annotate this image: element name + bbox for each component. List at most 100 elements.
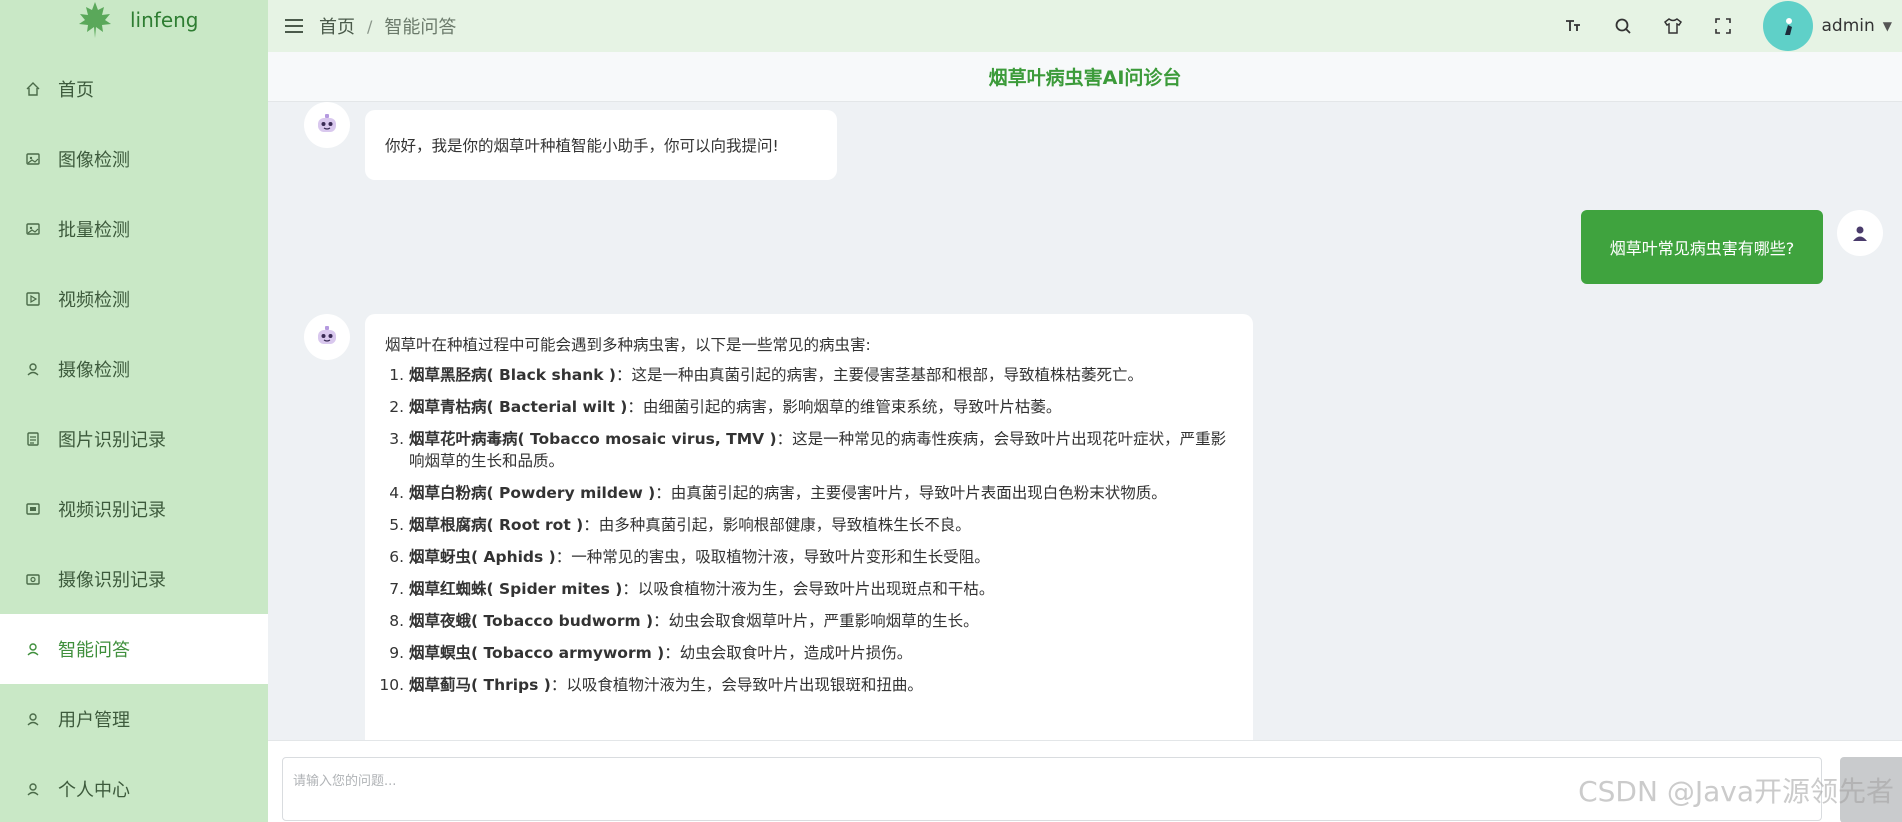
pest-name: 烟草根腐病 (409, 516, 487, 534)
user-avatar[interactable] (1763, 1, 1814, 51)
sidebar-item-label: 首页 (58, 80, 94, 101)
list-item: 烟草红蜘蛛( Spider mites )：以吸食植物汁液为生，会导致叶片出现斑… (409, 578, 1233, 600)
pest-description: ：幼虫会取食叶片，造成叶片损伤。 (664, 644, 913, 662)
bot-avatar (304, 314, 350, 360)
list-item: 烟草根腐病( Root rot )：由多种真菌引起，影响根部健康，导致植株生长不… (409, 514, 1233, 536)
pest-name: 烟草螟虫 (409, 644, 472, 662)
robot-icon (318, 326, 336, 344)
list-item: 烟草花叶病毒病( Tobacco mosaic virus, TMV )：这是一… (409, 428, 1233, 472)
sidebar-item-label: 摄像检测 (58, 360, 130, 381)
video-icon (24, 290, 42, 308)
pest-name: 烟草白粉病 (409, 484, 487, 502)
person-icon (1853, 226, 1867, 241)
sidebar-item-image-records[interactable]: 图片识别记录 (0, 404, 268, 474)
topbar: 首页 / 智能问答 admin ▼ (268, 0, 1902, 52)
menu-toggle-icon[interactable] (285, 19, 303, 33)
pest-english-name: ( Powdery mildew ) (486, 484, 656, 502)
sidebar-item-label: 个人中心 (58, 780, 130, 801)
answer-intro: 烟草叶在种植过程中可能会遇到多种病虫害，以下是一些常见的病虫害: (385, 336, 871, 354)
pest-name: 烟草花叶病毒病 (409, 430, 518, 448)
pest-name: 烟草黑胫病 (409, 366, 487, 384)
chat-messages: 你好，我是你的烟草叶种植智能小助手，你可以向我提问! 烟草叶常见病虫害有哪些? … (268, 102, 1902, 740)
sidebar-item-label: 用户管理 (58, 710, 130, 731)
avatar-figure-icon (1785, 18, 1793, 35)
breadcrumb-home[interactable]: 首页 (319, 13, 355, 39)
bot-answer-message: 烟草叶在种植过程中可能会遇到多种病虫害，以下是一些常见的病虫害: 烟草黑胫病( … (365, 314, 1253, 740)
user-message-avatar (1837, 210, 1883, 256)
sidebar-item-label: 图像检测 (58, 150, 130, 171)
pest-name: 烟草青枯病 (409, 398, 487, 416)
list-item: 烟草夜蛾( Tobacco budworm )：幼虫会取食烟草叶片，严重影响烟草… (409, 610, 1233, 632)
pest-description: ：这是一种由真菌引起的病害，主要侵害茎基部和根部，导致植株枯萎死亡。 (616, 366, 1144, 384)
pest-english-name: ( Tobacco mosaic virus, TMV ) (517, 430, 777, 448)
pest-name: 烟草蓟马 (409, 676, 472, 694)
watermark: CSDN @Java开源领先者 (1578, 775, 1894, 808)
pest-description: ：以吸食植物汁液为生，会导致叶片出现银斑和扭曲。 (550, 676, 923, 694)
video-record-icon (24, 500, 42, 518)
pest-name: 烟草夜蛾 (409, 612, 472, 630)
sidebar-item-video-records[interactable]: 视频识别记录 (0, 474, 268, 544)
sidebar-item-home[interactable]: 首页 (0, 54, 268, 124)
sidebar-item-camera-detect[interactable]: 摄像检测 (0, 334, 268, 404)
sidebar-item-image-detect[interactable]: 图像检测 (0, 124, 268, 194)
sidebar-item-video-detect[interactable]: 视频检测 (0, 264, 268, 334)
user-name[interactable]: admin (1821, 16, 1874, 36)
pest-description: ：由细菌引起的病害，影响烟草的维管束系统，导致叶片枯萎。 (627, 398, 1062, 416)
sidebar-item-label: 摄像识别记录 (58, 570, 166, 591)
pest-description: ：由多种真菌引起，影响根部健康，导致植株生长不良。 (583, 516, 971, 534)
user-icon (24, 710, 42, 728)
sidebar-item-batch-detect[interactable]: 批量检测 (0, 194, 268, 264)
breadcrumb-separator: / (367, 16, 373, 36)
sidebar: linfeng 首页 图像检测 批量检测 视频检测 摄像检测 图片识别记录 视频… (0, 0, 268, 822)
pest-english-name: ( Tobacco budworm ) (471, 612, 654, 630)
pest-english-name: ( Thrips ) (471, 676, 551, 694)
sidebar-item-label: 图片识别记录 (58, 430, 166, 451)
chevron-down-icon[interactable]: ▼ (1883, 19, 1892, 33)
robot-icon (318, 114, 336, 132)
sidebar-menu: 首页 图像检测 批量检测 视频检测 摄像检测 图片识别记录 视频识别记录 摄像识… (0, 54, 268, 822)
sidebar-item-smart-qa[interactable]: 智能问答 (0, 614, 268, 684)
maple-leaf-icon (79, 2, 111, 38)
answer-list: 烟草黑胫病( Black shank )：这是一种由真菌引起的病害，主要侵害茎基… (385, 364, 1233, 696)
pest-name: 烟草红蜘蛛 (409, 580, 487, 598)
user-icon (24, 640, 42, 658)
topbar-actions: admin ▼ (1561, 0, 1902, 52)
image-icon (24, 150, 42, 168)
image-icon (24, 220, 42, 238)
sidebar-item-camera-records[interactable]: 摄像识别记录 (0, 544, 268, 614)
pest-english-name: ( Root rot ) (486, 516, 584, 534)
theme-shirt-icon[interactable] (1661, 14, 1685, 38)
sidebar-item-label: 智能问答 (58, 640, 130, 661)
font-size-icon[interactable] (1561, 14, 1585, 38)
fullscreen-icon[interactable] (1711, 14, 1735, 38)
pest-english-name: ( Tobacco armyworm ) (471, 644, 665, 662)
list-item: 烟草青枯病( Bacterial wilt )：由细菌引起的病害，影响烟草的维管… (409, 396, 1233, 418)
sidebar-item-label: 视频检测 (58, 290, 130, 311)
sidebar-item-user-management[interactable]: 用户管理 (0, 684, 268, 754)
document-icon (24, 430, 42, 448)
pest-english-name: ( Aphids ) (471, 548, 556, 566)
breadcrumb-current: 智能问答 (384, 17, 457, 38)
user-icon (24, 360, 42, 378)
app-logo[interactable]: linfeng (0, 0, 268, 40)
sidebar-item-personal-center[interactable]: 个人中心 (0, 754, 268, 822)
pest-english-name: ( Bacterial wilt ) (486, 398, 628, 416)
bot-greeting-message: 你好，我是你的烟草叶种植智能小助手，你可以向我提问! (365, 110, 837, 180)
pest-english-name: ( Spider mites ) (486, 580, 623, 598)
app-name: linfeng (130, 8, 199, 32)
list-item: 烟草螟虫( Tobacco armyworm )：幼虫会取食叶片，造成叶片损伤。 (409, 642, 1233, 664)
user-icon (24, 780, 42, 798)
list-item: 烟草白粉病( Powdery mildew )：由真菌引起的病害，主要侵害叶片，… (409, 482, 1233, 504)
list-item: 烟草黑胫病( Black shank )：这是一种由真菌引起的病害，主要侵害茎基… (409, 364, 1233, 386)
chat-title: 烟草叶病虫害AI问诊台 (268, 52, 1902, 102)
sidebar-item-label: 视频识别记录 (58, 500, 166, 521)
pest-description: ：幼虫会取食烟草叶片，严重影响烟草的生长。 (653, 612, 979, 630)
home-icon (24, 80, 42, 98)
list-item: 烟草蚜虫( Aphids )：一种常见的害虫，吸取植物汁液，导致叶片变形和生长受… (409, 546, 1233, 568)
pest-description: ：由真菌引起的病害，主要侵害叶片，导致叶片表面出现白色粉末状物质。 (655, 484, 1167, 502)
pest-english-name: ( Black shank ) (486, 366, 617, 384)
search-icon[interactable] (1611, 14, 1635, 38)
pest-description: ：一种常见的害虫，吸取植物汁液，导致叶片变形和生长受阻。 (555, 548, 990, 566)
list-item: 烟草蓟马( Thrips )：以吸食植物汁液为生，会导致叶片出现银斑和扭曲。 (409, 674, 1233, 696)
pest-description: ：以吸食植物汁液为生，会导致叶片出现斑点和干枯。 (622, 580, 995, 598)
